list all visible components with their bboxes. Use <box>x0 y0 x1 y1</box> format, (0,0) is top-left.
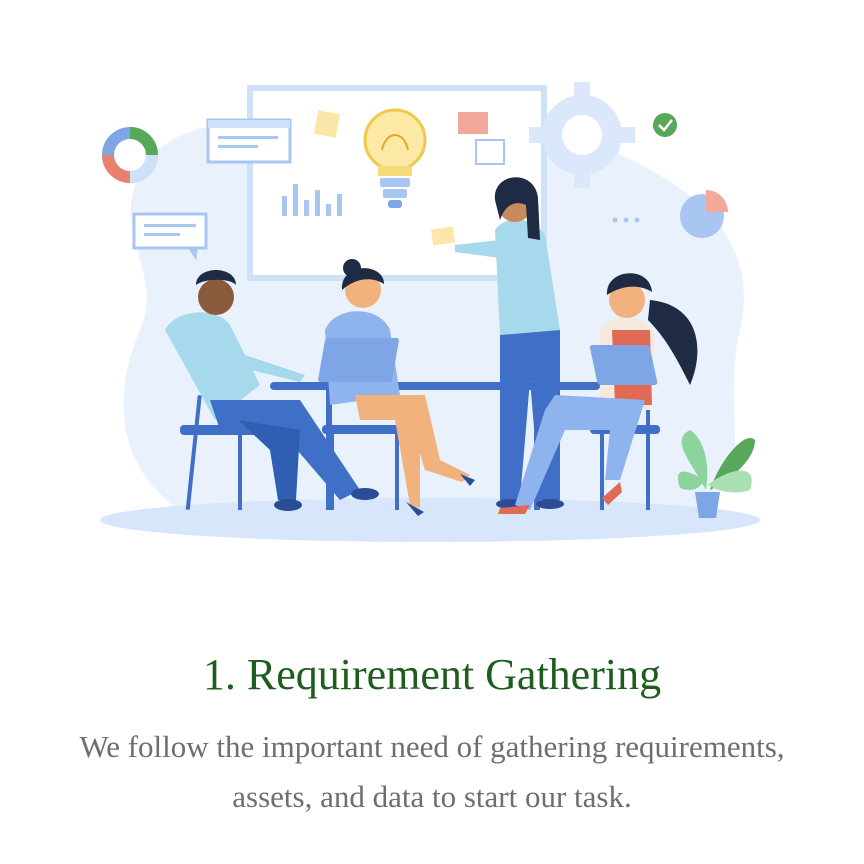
sticky-note <box>475 139 505 165</box>
donut-chart-icon <box>102 127 158 183</box>
dots-icon <box>612 217 640 223</box>
step-title: 1. Requirement Gathering <box>202 650 662 699</box>
step-description: We follow the important need of gatherin… <box>79 729 785 814</box>
browser-window-icon <box>206 118 292 164</box>
check-icon <box>653 113 677 137</box>
floor-shadow <box>100 498 760 542</box>
sticky-note <box>458 112 488 134</box>
sticky-note <box>314 110 340 138</box>
team-meeting-illustration <box>0 0 864 600</box>
